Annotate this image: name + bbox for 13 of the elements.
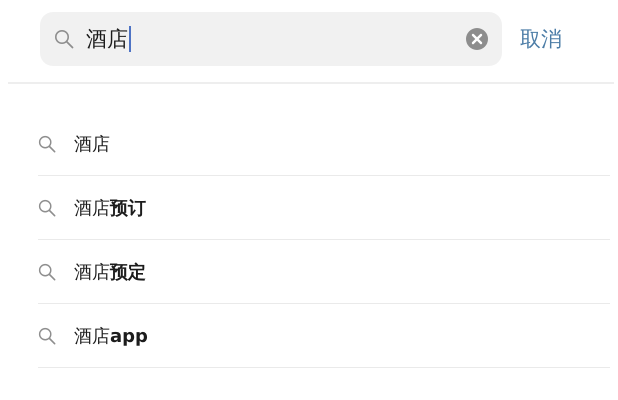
search-field[interactable]: 酒店 bbox=[40, 12, 502, 66]
suggestion-item[interactable]: 酒店app bbox=[74, 324, 148, 348]
suggestion-item[interactable]: 酒店 bbox=[74, 132, 110, 156]
cancel-button[interactable]: 取消 bbox=[520, 25, 562, 53]
suggestion-item[interactable]: 酒店预订 bbox=[74, 196, 146, 220]
search-value: 酒店 bbox=[86, 26, 131, 52]
search-icon bbox=[38, 326, 56, 344]
search-icon bbox=[38, 134, 56, 152]
search-icon bbox=[38, 198, 56, 216]
suggestion-item[interactable]: 酒店预定 bbox=[74, 260, 146, 284]
search-icon bbox=[38, 262, 56, 280]
search-icon bbox=[54, 29, 74, 49]
clear-icon[interactable] bbox=[466, 28, 488, 50]
